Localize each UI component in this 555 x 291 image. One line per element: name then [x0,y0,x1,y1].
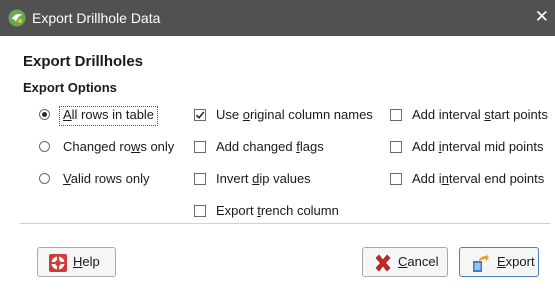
help-button-label: Help [73,254,100,269]
close-icon[interactable]: ✕ [535,7,549,27]
checkbox[interactable] [390,173,402,185]
checkbox-label[interactable]: Invert dip values [216,171,311,187]
lifebuoy-icon [49,254,67,272]
checkmark-icon [195,111,205,119]
radio-label-all-rows[interactable]: All rows in table [63,107,154,123]
radio-button[interactable] [39,141,50,152]
export-button[interactable]: Export [459,247,539,277]
checkbox-label[interactable]: Add interval end points [412,171,544,187]
radio-button[interactable] [39,173,50,184]
checkbox-label[interactable]: Add changed flags [216,139,324,155]
dialog-body: Export Drillholes Export Options All row… [0,36,555,291]
radio-label-valid-rows[interactable]: Valid rows only [63,171,149,187]
checkbox[interactable] [390,141,402,153]
help-button[interactable]: Help [37,247,116,277]
footer-divider [20,223,550,224]
checkbox-label[interactable]: Use original column names [216,107,373,123]
checkbox[interactable] [194,173,206,185]
red-x-icon [375,254,391,272]
title-bar: Export Drillhole Data ✕ [0,0,555,36]
checkbox-label[interactable]: Add interval start points [412,107,548,123]
cancel-button-label: Cancel [398,254,439,269]
checkbox[interactable] [194,141,206,153]
export-options-label: Export Options [23,80,117,95]
window-title: Export Drillhole Data [32,10,161,26]
checkbox-checked[interactable] [194,109,206,121]
export-drillhole-dialog: Export Drillhole Data ✕ Export Drillhole… [0,0,555,291]
checkbox-label[interactable]: Add interval mid points [412,139,544,155]
radio-label-changed-rows[interactable]: Changed rows only [63,139,174,155]
radio-button-selected[interactable] [39,109,50,120]
export-button-label: Export [497,254,535,269]
checkbox[interactable] [194,205,206,217]
checkbox[interactable] [390,109,402,121]
dialog-heading: Export Drillholes [23,53,144,70]
app-logo-icon [8,9,26,27]
export-arrow-icon [473,254,489,272]
cancel-button[interactable]: Cancel [362,247,448,277]
checkbox-label[interactable]: Export trench column [216,203,339,219]
